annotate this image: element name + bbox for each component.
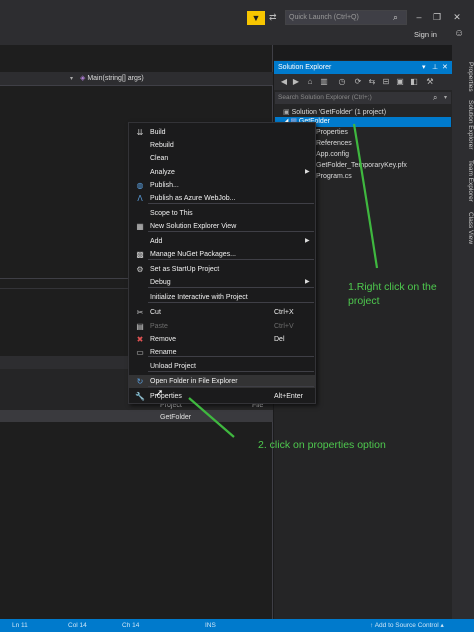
- annotation-arrows: [188, 123, 379, 438]
- add-to-source-control-button[interactable]: ↑ Add to Source Control ▴: [370, 620, 444, 632]
- status-col: Col 14: [68, 622, 87, 629]
- annotation-arrow-1: [352, 123, 379, 269]
- status-char: Ch 14: [122, 622, 140, 629]
- annotation-arrow-2: [188, 397, 235, 438]
- annotation-step-2: 2. click on properties option: [258, 439, 386, 451]
- status-line: Ln 11: [12, 622, 28, 629]
- mouse-cursor-icon: ➚: [155, 388, 164, 399]
- status-insert-mode: INS: [205, 622, 216, 629]
- annotation-step-1: 1.Right click on the project: [348, 281, 437, 307]
